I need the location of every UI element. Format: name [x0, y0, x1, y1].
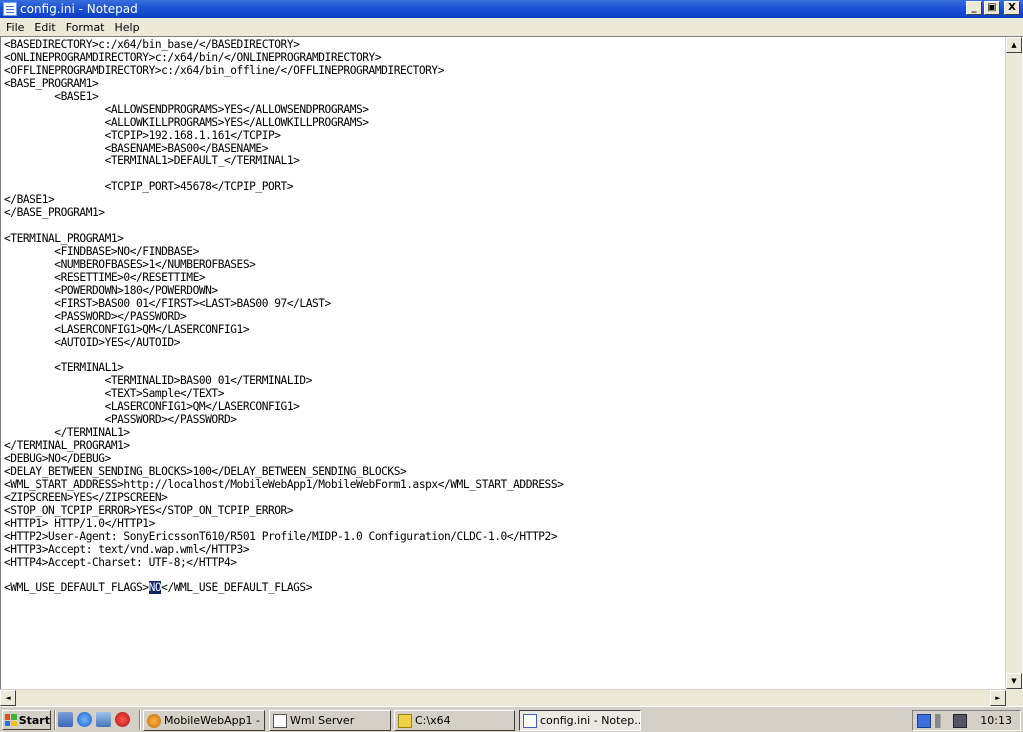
start-label: Start: [18, 713, 50, 727]
text-line[interactable]: <HTTP2>User-Agent: SonyEricssonT610/R501…: [4, 530, 1004, 544]
text-line[interactable]: <PASSWORD></PASSWORD>: [4, 413, 1004, 427]
text-line[interactable]: <FINDBASE>NO</FINDBASE>: [4, 245, 1004, 259]
text-line[interactable]: <ONLINEPROGRAMDIRECTORY>c:/x64/bin/</ONL…: [4, 51, 1004, 65]
clock[interactable]: 10:13: [980, 714, 1012, 727]
text-line[interactable]: <WML_START_ADDRESS>http://localhost/Mobi…: [4, 478, 1004, 492]
scroll-right-button[interactable]: ►: [990, 690, 1006, 706]
start-button[interactable]: Start: [2, 710, 51, 730]
title-bar: config.ini - Notepad _ ▣ X: [0, 0, 1023, 18]
menu-bar: File Edit Format Help: [0, 18, 1023, 36]
task-mobilewebapp[interactable]: MobileWebApp1 - ...: [143, 710, 265, 731]
text-line[interactable]: <TCPIP_PORT>45678</TCPIP_PORT>: [4, 180, 1004, 194]
text-line[interactable]: <BASE_PROGRAM1>: [4, 77, 1004, 91]
text-line[interactable]: <POWERDOWN>180</POWERDOWN>: [4, 284, 1004, 298]
window-controls: _ ▣ X: [966, 1, 1020, 15]
text-line[interactable]: <FIRST>BAS00 01</FIRST><LAST>BAS00 97</L…: [4, 297, 1004, 311]
text-line[interactable]: <TERMINAL1>DEFAULT_</TERMINAL1>: [4, 154, 1004, 168]
text-line[interactable]: <HTTP3>Accept: text/vnd.wap.wml</HTTP3>: [4, 543, 1004, 557]
text-before-selection[interactable]: <WML_USE_DEFAULT_FLAGS>: [4, 581, 149, 594]
text-line[interactable]: <RESETTIME>0</RESETTIME>: [4, 271, 1004, 285]
close-button[interactable]: X: [1004, 1, 1020, 15]
text-line[interactable]: <ZIPSCREEN>YES</ZIPSCREEN>: [4, 491, 1004, 505]
notepad-icon: [523, 713, 537, 728]
menu-format[interactable]: Format: [61, 21, 110, 34]
task-folder-x64[interactable]: C:\x64: [394, 710, 515, 731]
internet-explorer-icon[interactable]: [77, 712, 92, 727]
text-line[interactable]: <TCPIP>192.168.1.161</TCPIP>: [4, 129, 1004, 143]
window-title: config.ini - Notepad: [20, 2, 138, 16]
scrollbar-corner: [1006, 689, 1023, 706]
task-wml-server[interactable]: Wml Server: [269, 710, 391, 731]
system-tray: 10:13: [912, 710, 1021, 731]
menu-file[interactable]: File: [1, 21, 29, 34]
app-window-icon: [273, 713, 287, 728]
task-label: config.ini - Notep...: [540, 714, 641, 727]
text-line[interactable]: <AUTOID>YES</AUTOID>: [4, 336, 1004, 350]
task-label: C:\x64: [415, 714, 451, 727]
taskbar-separator: [139, 710, 141, 730]
outlook-icon[interactable]: [96, 712, 111, 727]
scroll-down-button[interactable]: ▼: [1006, 673, 1022, 689]
text-line[interactable]: <ALLOWSENDPROGRAMS>YES</ALLOWSENDPROGRAM…: [4, 103, 1004, 117]
text-line[interactable]: </BASE_PROGRAM1>: [4, 206, 1004, 220]
monitor-icon[interactable]: [953, 713, 967, 728]
text-line[interactable]: </TERMINAL1>: [4, 426, 1004, 440]
ie-icon: [147, 713, 161, 728]
media-player-icon[interactable]: [115, 712, 130, 727]
text-line[interactable]: <NUMBEROFBASES>1</NUMBEROFBASES>: [4, 258, 1004, 272]
menu-help[interactable]: Help: [110, 21, 145, 34]
text-line[interactable]: <BASEDIRECTORY>c:/x64/bin_base/</BASEDIR…: [4, 39, 1004, 52]
taskbar-separator: [54, 710, 56, 730]
text-line[interactable]: <HTTP4>Accept-Charset: UTF-8;</HTTP4>: [4, 556, 1004, 570]
text-line[interactable]: <HTTP1> HTTP/1.0</HTTP1>: [4, 517, 1004, 531]
text-line[interactable]: </BASE1>: [4, 193, 1004, 207]
text-line[interactable]: [4, 350, 1004, 363]
task-label: MobileWebApp1 - ...: [164, 714, 265, 727]
volume-icon[interactable]: [935, 713, 949, 728]
selected-text[interactable]: NO: [148, 581, 162, 595]
text-line[interactable]: <DELAY_BETWEEN_SENDING_BLOCKS>100</DELAY…: [4, 465, 1004, 479]
task-notepad[interactable]: config.ini - Notep...: [519, 710, 641, 731]
text-line[interactable]: <DEBUG>NO</DEBUG>: [4, 452, 1004, 466]
text-line[interactable]: <STOP_ON_TCPIP_ERROR>YES</STOP_ON_TCPIP_…: [4, 504, 1004, 518]
text-line[interactable]: <PASSWORD></PASSWORD>: [4, 310, 1004, 324]
task-label: Wml Server: [290, 714, 355, 727]
windows-logo-icon: [5, 714, 17, 726]
text-line[interactable]: <OFFLINEPROGRAMDIRECTORY>c:/x64/bin_offl…: [4, 64, 1004, 78]
text-line[interactable]: <ALLOWKILLPROGRAMS>YES</ALLOWKILLPROGRAM…: [4, 116, 1004, 130]
maximize-button[interactable]: ▣: [984, 1, 1000, 15]
network-icon[interactable]: [917, 713, 931, 728]
text-line[interactable]: <LASERCONFIG1>QM</LASERCONFIG1>: [4, 323, 1004, 337]
scroll-up-button[interactable]: ▲: [1006, 37, 1022, 53]
text-line[interactable]: <WML_USE_DEFAULT_FLAGS>NO</WML_USE_DEFAU…: [4, 581, 1004, 595]
menu-edit[interactable]: Edit: [29, 21, 60, 34]
text-content[interactable]: <BASEDIRECTORY>c:/x64/bin_base/</BASEDIR…: [4, 39, 1004, 689]
minimize-button[interactable]: _: [966, 1, 982, 15]
taskbar: Start MobileWebApp1 - ... Wml Server C:\…: [0, 706, 1023, 732]
quick-launch: [58, 712, 130, 727]
show-desktop-icon[interactable]: [58, 712, 73, 727]
text-line[interactable]: [4, 220, 1004, 233]
folder-icon: [398, 713, 412, 728]
text-after-selection[interactable]: </WML_USE_DEFAULT_FLAGS>: [161, 581, 312, 594]
text-line[interactable]: </TERMINAL_PROGRAM1>: [4, 439, 1004, 453]
horizontal-scrollbar[interactable]: ◄ ►: [0, 689, 1006, 706]
text-editor[interactable]: <BASEDIRECTORY>c:/x64/bin_base/</BASEDIR…: [0, 36, 1023, 706]
text-line[interactable]: <BASE1>: [4, 90, 1004, 104]
scroll-left-button[interactable]: ◄: [0, 690, 16, 706]
vertical-scrollbar[interactable]: ▲ ▼: [1005, 37, 1022, 689]
notepad-icon[interactable]: [3, 2, 17, 16]
